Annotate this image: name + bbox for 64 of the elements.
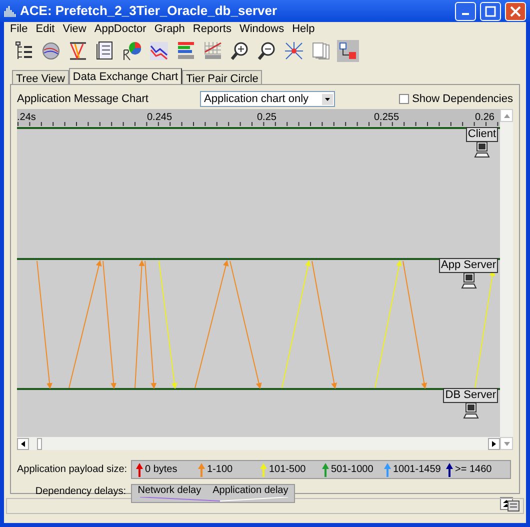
payload-legend-text: 501-1000 [331, 463, 374, 477]
menu-item[interactable]: Reports [188, 20, 236, 38]
tree-icon [13, 40, 35, 62]
payload-legend-label: Application payload size: [17, 463, 128, 477]
tab[interactable]: Tree View [12, 70, 69, 84]
menu-item[interactable]: AppDoctor [90, 20, 150, 38]
scroll-down-icon [504, 440, 510, 446]
tab[interactable]: Data Exchange Chart [68, 68, 182, 84]
line-chart-icon [148, 40, 170, 62]
close-button[interactable] [505, 2, 526, 20]
menu-item[interactable]: Help [288, 20, 319, 38]
payload-legend-text: >= 1460 [455, 463, 492, 477]
line-chart-icon-button[interactable] [147, 39, 171, 63]
delay-legend-text: Network delay [138, 485, 202, 496]
menu-item[interactable]: View [58, 20, 90, 38]
payload-legend-text: 101-500 [269, 463, 306, 477]
grid-chart-icon [202, 40, 224, 62]
menu-item[interactable]: File [6, 20, 32, 38]
show-dependencies-label: Show Dependencies [412, 92, 513, 107]
ruler-label: 0.26 [475, 111, 494, 125]
show-dependencies-checkbox[interactable] [399, 94, 410, 104]
chart-title: Application Message Chart [17, 92, 150, 107]
menu-item[interactable]: Graph [150, 20, 189, 38]
app-icon [4, 5, 16, 17]
window-title: ACE: Prefetch_2_3Tier_Oracle_db_server [20, 2, 278, 20]
arrow-chart-icon [67, 40, 89, 62]
export-icon-button[interactable] [336, 39, 360, 63]
minimize-button[interactable] [455, 2, 476, 20]
delay-legend-label: Dependency delays: [34, 485, 127, 499]
horizontal-scrollbar[interactable] [17, 437, 500, 450]
close-icon [510, 6, 521, 16]
payload-legend-text: 1001-1459 [393, 463, 441, 477]
bar-chart-icon [175, 40, 197, 62]
network-icon [283, 40, 305, 62]
delay-legend-text: Application delay [212, 485, 288, 496]
scroll-right-icon [491, 440, 498, 446]
tier-label: DB Server [443, 388, 498, 403]
sphere-icon [40, 40, 62, 62]
ruler-label: 0.25 [257, 111, 276, 125]
ruler-label: 0.255 [374, 111, 400, 125]
tier-label: App Server [439, 258, 498, 273]
scroll-up-icon [504, 112, 510, 118]
maximize-icon [485, 6, 496, 16]
payload-legend-text: 0 bytes [145, 463, 178, 477]
tab[interactable]: Tier Pair Circle [182, 70, 262, 84]
menu-item[interactable]: Windows [235, 20, 288, 38]
pie-icon [121, 40, 143, 62]
menu-item[interactable]: Edit [32, 20, 59, 38]
export-icon [337, 40, 359, 62]
vertical-scrollbar[interactable] [500, 109, 513, 450]
status-icon [507, 500, 521, 512]
computer-icon [460, 273, 477, 289]
minimize-icon [462, 13, 469, 15]
pages-icon [310, 40, 332, 62]
view-select[interactable]: Application chart only [200, 91, 335, 107]
computer-icon [474, 142, 490, 158]
computer-icon [462, 403, 479, 419]
scroll-left-icon [20, 440, 26, 446]
payload-legend-text: 1-100 [207, 463, 233, 477]
scroll-thumb[interactable] [37, 438, 42, 450]
maximize-button[interactable] [480, 2, 501, 20]
ruler-label: 0.245 [147, 111, 172, 125]
tier-label: Client [466, 127, 498, 142]
ruler-label: .24s [17, 111, 36, 125]
